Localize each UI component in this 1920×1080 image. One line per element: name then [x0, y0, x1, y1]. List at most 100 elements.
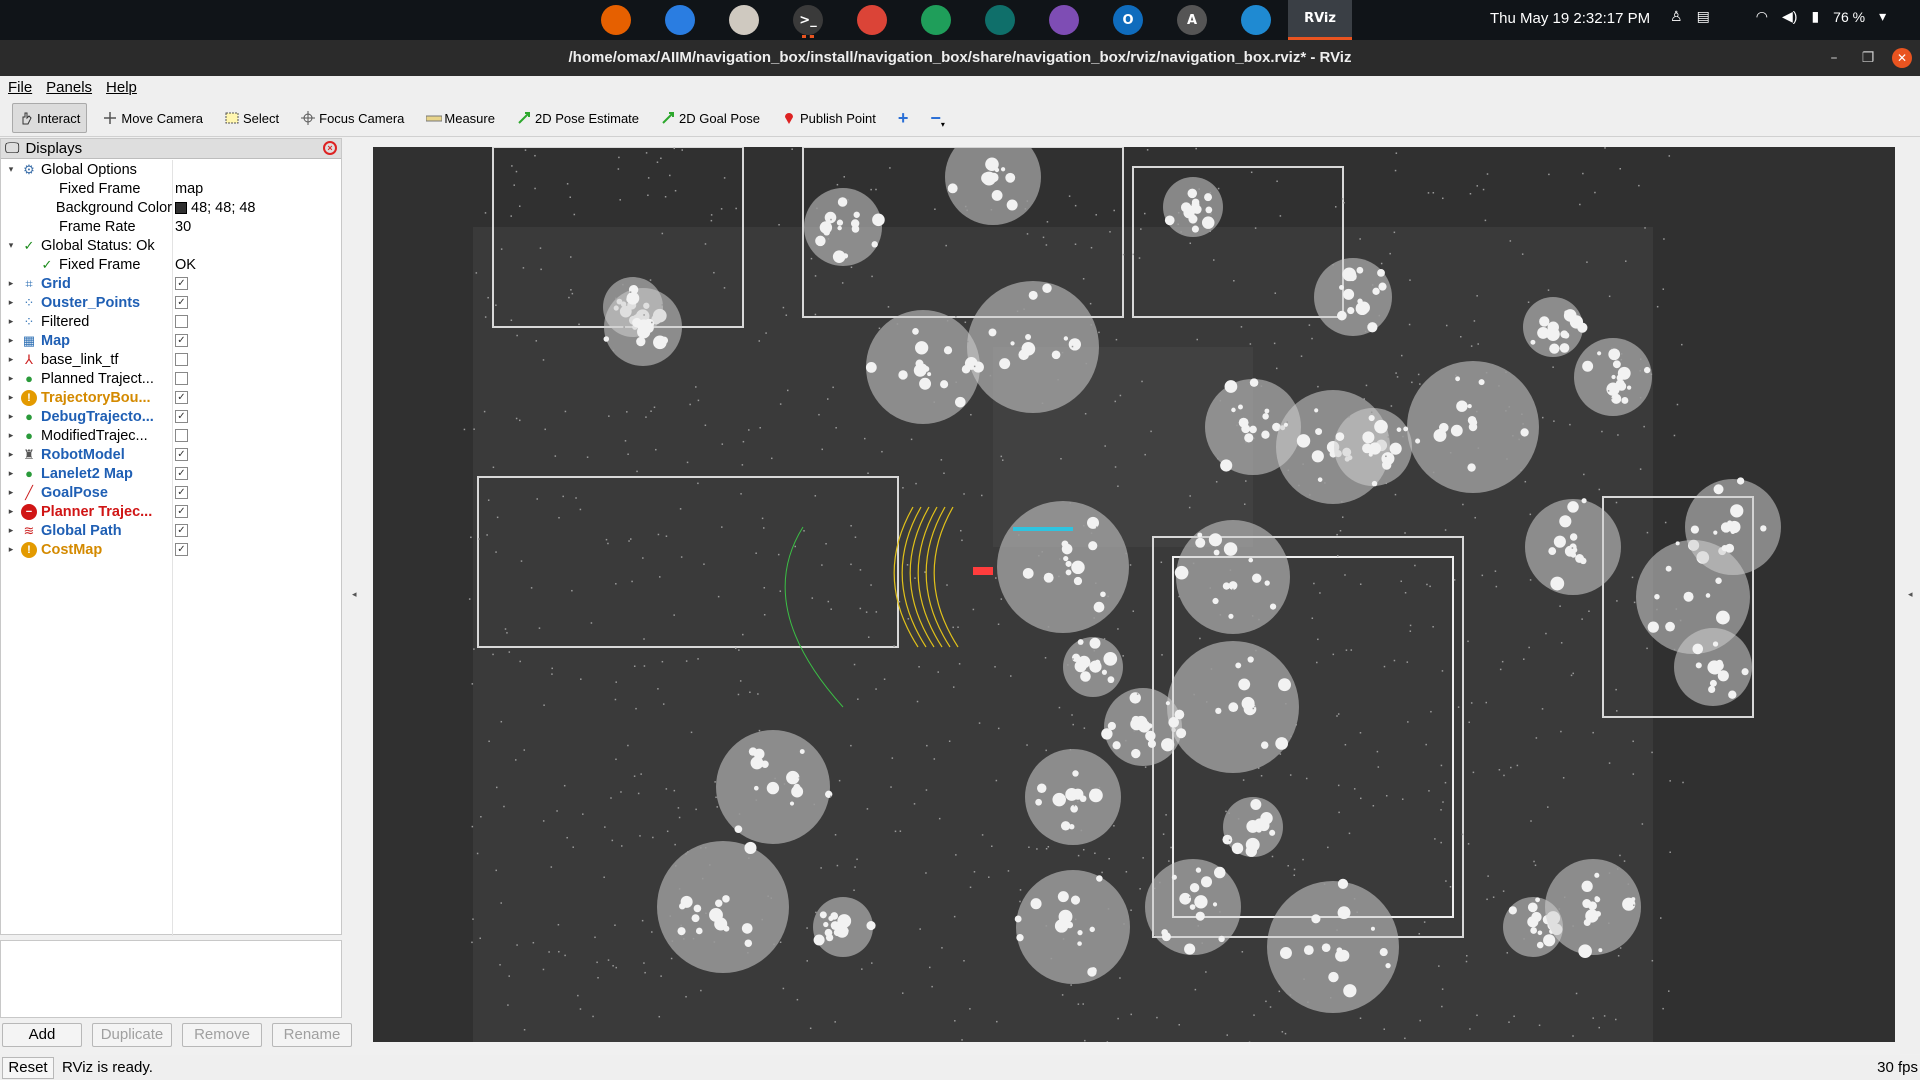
display-row-value-cell[interactable]: ✓: [173, 540, 339, 559]
display-row[interactable]: ▸ ▦ Map ✓: [1, 331, 341, 350]
close-panel-icon[interactable]: ×: [323, 141, 337, 155]
dock-app-terminal[interactable]: >_: [776, 0, 840, 40]
dock-app-vscode[interactable]: [1224, 0, 1288, 40]
enable-checkbox[interactable]: [175, 315, 188, 328]
collapsed-arrow-icon[interactable]: ▸: [5, 468, 17, 479]
display-row[interactable]: ▸ − Planner Trajec... ✓: [1, 502, 341, 521]
display-row-value-cell[interactable]: ✓: [173, 445, 339, 464]
enable-checkbox[interactable]: ✓: [175, 543, 188, 556]
dock-app-outlook[interactable]: O: [1096, 0, 1160, 40]
collapsed-arrow-icon[interactable]: ▸: [5, 278, 17, 289]
expanded-arrow-icon[interactable]: ▾: [5, 240, 17, 251]
enable-checkbox[interactable]: ✓: [175, 296, 188, 309]
display-row-value-cell[interactable]: ✓: [173, 521, 339, 540]
display-row[interactable]: Frame Rate 30: [1, 217, 341, 236]
reset-button[interactable]: Reset: [2, 1056, 54, 1079]
display-row-value-cell[interactable]: ✓: [173, 407, 339, 426]
display-row-value-cell[interactable]: ✓: [173, 464, 339, 483]
display-row[interactable]: ▸ ╱ GoalPose ✓: [1, 483, 341, 502]
tool-interact[interactable]: Interact: [12, 103, 88, 133]
remove-tool-button[interactable]: − ▾: [924, 103, 951, 133]
system-tray[interactable]: ♙ ▤ ◠ ◀) ▮ 76 % ▾: [1670, 8, 1886, 25]
enable-checkbox[interactable]: [175, 429, 188, 442]
display-row-value-cell[interactable]: ✓: [173, 388, 339, 407]
display-row[interactable]: ▸ ● Lanelet2 Map ✓: [1, 464, 341, 483]
tool-select[interactable]: Select: [219, 103, 285, 133]
volume-icon[interactable]: ◀): [1782, 8, 1797, 25]
dock-app-github-desktop[interactable]: [1032, 0, 1096, 40]
color-swatch[interactable]: [175, 201, 187, 214]
display-row-value-cell[interactable]: [173, 160, 339, 179]
tool-measure[interactable]: Measure: [420, 103, 501, 133]
display-row[interactable]: ▸ ⁘ Filtered: [1, 312, 341, 331]
collapse-right-panel-handle[interactable]: ◂: [1908, 590, 1913, 600]
display-row[interactable]: ▸ ⁘ Ouster_Points ✓: [1, 293, 341, 312]
wifi-icon[interactable]: ◠: [1756, 8, 1768, 25]
display-row-value-cell[interactable]: [173, 350, 339, 369]
collapsed-arrow-icon[interactable]: ▸: [5, 487, 17, 498]
collapsed-arrow-icon[interactable]: ▸: [5, 335, 17, 346]
display-row[interactable]: ▸ ♜ RobotModel ✓: [1, 445, 341, 464]
tool-2d-goal-pose[interactable]: 2D Goal Pose: [655, 103, 766, 133]
collapsed-arrow-icon[interactable]: ▸: [5, 297, 17, 308]
collapsed-arrow-icon[interactable]: ▸: [5, 411, 17, 422]
menu-file[interactable]: File: [8, 76, 32, 100]
expanded-arrow-icon[interactable]: ▾: [5, 164, 17, 175]
enable-checkbox[interactable]: ✓: [175, 334, 188, 347]
display-row-value-cell[interactable]: ✓: [173, 331, 339, 350]
enable-checkbox[interactable]: ✓: [175, 277, 188, 290]
display-row[interactable]: ▸ ⅄ base_link_tf: [1, 350, 341, 369]
enable-checkbox[interactable]: ✓: [175, 391, 188, 404]
display-row[interactable]: ▸ ● ModifiedTrajec...: [1, 426, 341, 445]
collapsed-arrow-icon[interactable]: ▸: [5, 449, 17, 460]
restore-button[interactable]: ❐: [1858, 48, 1878, 68]
dock-app-software-updater[interactable]: A: [1160, 0, 1224, 40]
display-row[interactable]: ▸ ≋ Global Path ✓: [1, 521, 341, 540]
display-row-value-cell[interactable]: ✓: [173, 293, 339, 312]
dock-app-firefox[interactable]: [584, 0, 648, 40]
clipboard-icon[interactable]: ▤: [1697, 8, 1710, 25]
enable-checkbox[interactable]: ✓: [175, 486, 188, 499]
display-row-value-cell[interactable]: 48; 48; 48: [173, 198, 339, 217]
enable-checkbox[interactable]: [175, 372, 188, 385]
collapsed-arrow-icon[interactable]: ▸: [5, 316, 17, 327]
dock-app-gitkraken[interactable]: [968, 0, 1032, 40]
close-button[interactable]: ✕: [1892, 48, 1912, 68]
display-row[interactable]: ✓ Fixed Frame OK: [1, 255, 341, 274]
tool-2d-pose-estimate[interactable]: 2D Pose Estimate: [511, 103, 645, 133]
display-row[interactable]: Background Color 48; 48; 48: [1, 198, 341, 217]
dock-app-rviz[interactable]: RViz: [1288, 0, 1352, 40]
duplicate-display-button[interactable]: Duplicate: [92, 1023, 172, 1047]
display-row[interactable]: ▾ ⚙ Global Options: [1, 160, 341, 179]
dock-app-chrome[interactable]: [840, 0, 904, 40]
collapsed-arrow-icon[interactable]: ▸: [5, 544, 17, 555]
tray-menu-chevron-icon[interactable]: ▾: [1879, 8, 1886, 25]
battery-icon[interactable]: ▮: [1811, 8, 1819, 25]
collapsed-arrow-icon[interactable]: ▸: [5, 525, 17, 536]
collapsed-arrow-icon[interactable]: ▸: [5, 392, 17, 403]
add-tool-button[interactable]: +: [892, 103, 915, 133]
tool-move-camera[interactable]: Move Camera: [97, 103, 209, 133]
display-row-value-cell[interactable]: ✓: [173, 502, 339, 521]
menu-help[interactable]: Help: [106, 76, 137, 100]
accessibility-icon[interactable]: ♙: [1670, 8, 1683, 25]
system-clock[interactable]: Thu May 19 2:32:17 PM: [1490, 10, 1650, 27]
enable-checkbox[interactable]: [175, 353, 188, 366]
display-row[interactable]: Fixed Frame map: [1, 179, 341, 198]
display-row-value-cell[interactable]: map: [173, 179, 339, 198]
collapsed-arrow-icon[interactable]: ▸: [5, 506, 17, 517]
menu-panels[interactable]: Panels: [46, 76, 92, 100]
rename-display-button[interactable]: Rename: [272, 1023, 352, 1047]
enable-checkbox[interactable]: ✓: [175, 467, 188, 480]
display-row-value-cell[interactable]: ✓: [173, 274, 339, 293]
collapsed-arrow-icon[interactable]: ▸: [5, 354, 17, 365]
display-row[interactable]: ▸! CostMap ✓: [1, 540, 341, 559]
collapsed-arrow-icon[interactable]: ▸: [5, 430, 17, 441]
dock-app-thunderbird[interactable]: [648, 0, 712, 40]
enable-checkbox[interactable]: ✓: [175, 505, 188, 518]
display-row-value-cell[interactable]: [173, 312, 339, 331]
enable-checkbox[interactable]: ✓: [175, 410, 188, 423]
display-row[interactable]: ▸! TrajectoryBou... ✓: [1, 388, 341, 407]
display-row[interactable]: ▸ ● Planned Traject...: [1, 369, 341, 388]
remove-display-button[interactable]: Remove: [182, 1023, 262, 1047]
